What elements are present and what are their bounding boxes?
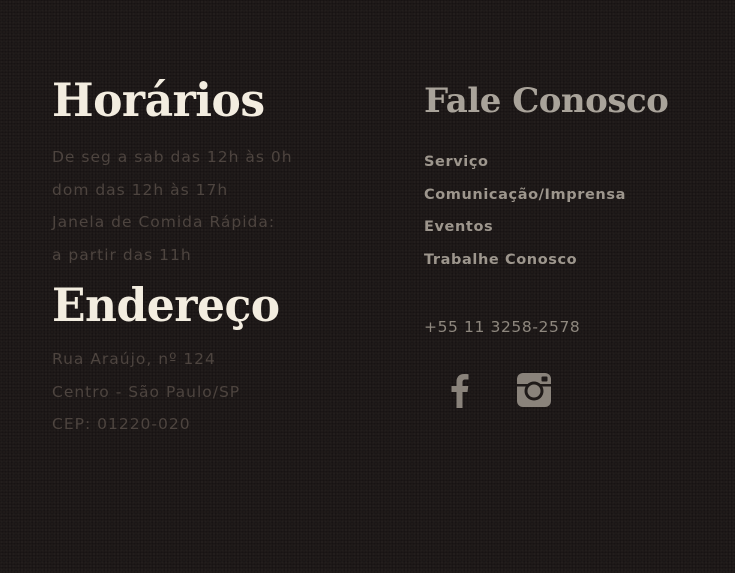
address-line: Centro - São Paulo/SP bbox=[52, 382, 241, 401]
hours-line: De seg a sab das 12h às 0h bbox=[52, 148, 293, 166]
contact-column: Fale Conosco Serviço Comunicação/Imprens… bbox=[424, 84, 724, 410]
contact-link-servico[interactable]: Serviço bbox=[424, 146, 724, 179]
hours-title: Horários bbox=[52, 73, 265, 128]
hours-line: Janela de Comida Rápida: bbox=[52, 213, 276, 231]
hours-line: a partir das 11h bbox=[52, 245, 192, 264]
phone-number[interactable]: +55 11 3258-2578 bbox=[424, 318, 724, 336]
facebook-icon[interactable] bbox=[440, 370, 480, 410]
address-line: CEP: 01220-020 bbox=[52, 415, 191, 433]
contact-link-trabalhe[interactable]: Trabalhe Conosco bbox=[424, 244, 724, 277]
instagram-icon[interactable] bbox=[514, 370, 554, 410]
hours-list: De seg a sab das 12h às 0h dom das 12h à… bbox=[52, 141, 382, 271]
address-title: Endereço bbox=[52, 278, 280, 333]
contact-links: Serviço Comunicação/Imprensa Eventos Tra… bbox=[424, 146, 724, 276]
hours-line: dom das 12h às 17h bbox=[52, 180, 229, 199]
address-list: Rua Araújo, nº 124 Centro - São Paulo/SP… bbox=[52, 343, 382, 441]
contact-link-eventos[interactable]: Eventos bbox=[424, 211, 724, 244]
social-links bbox=[424, 370, 724, 410]
info-column: Horários De seg a sab das 12h às 0h dom … bbox=[52, 73, 382, 441]
contact-title: Fale Conosco bbox=[424, 81, 669, 121]
contact-link-comunicacao[interactable]: Comunicação/Imprensa bbox=[424, 179, 724, 212]
address-line: Rua Araújo, nº 124 bbox=[52, 350, 216, 368]
